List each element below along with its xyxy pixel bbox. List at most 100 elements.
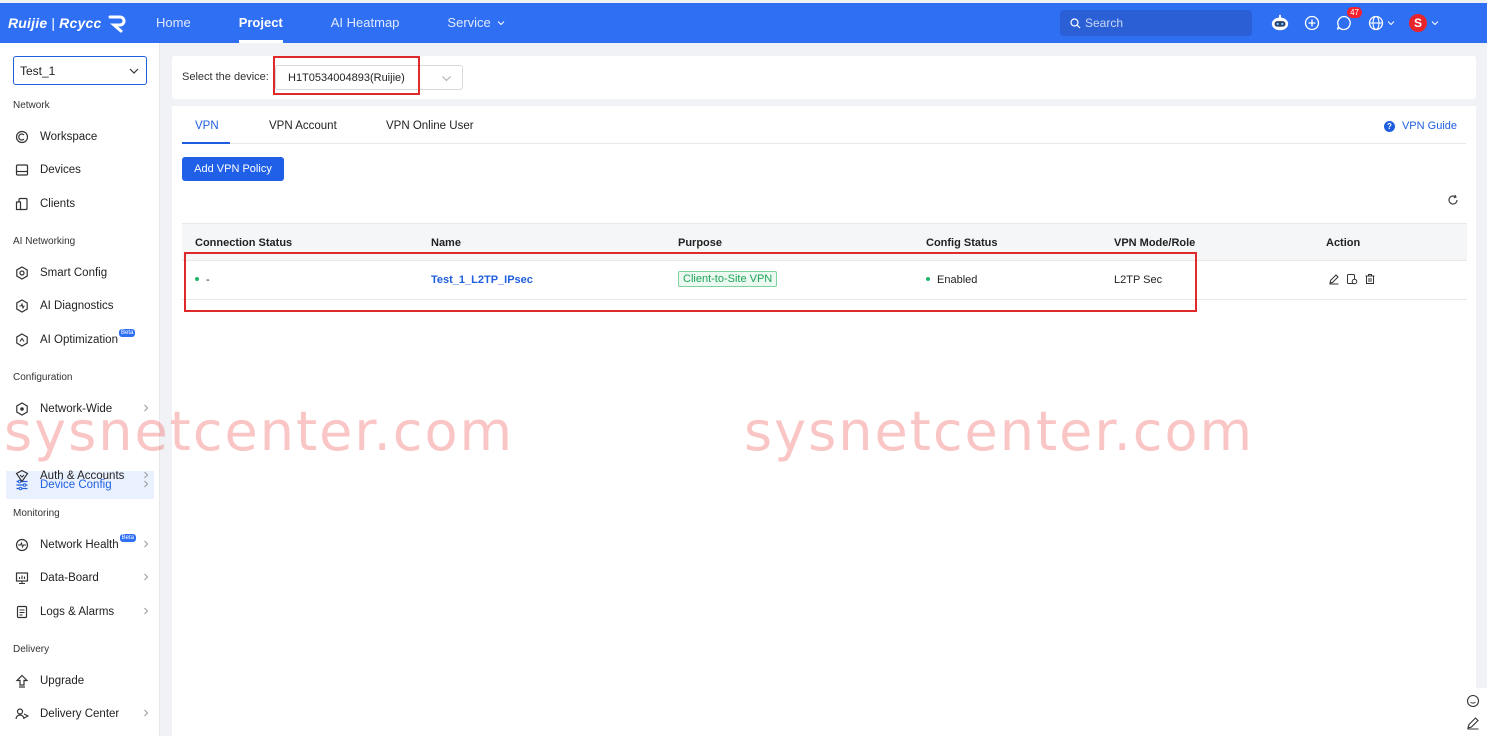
sidebar-item-network-health[interactable]: Network Health Beta xyxy=(6,531,154,559)
tab-vpn-online-user[interactable]: VPN Online User xyxy=(386,120,474,132)
row-actions xyxy=(1328,273,1382,285)
highlight-box-device xyxy=(273,56,420,95)
chevron-right-icon xyxy=(144,404,149,412)
help-circle-icon: ? xyxy=(1383,120,1395,132)
sidebar-item-clients[interactable]: Clients xyxy=(6,190,154,218)
edit-icon[interactable] xyxy=(1328,273,1340,285)
group-label-delivery: Delivery xyxy=(13,644,50,655)
copy-config-icon[interactable] xyxy=(1346,273,1358,285)
vpn-guide-link[interactable]: ? VPN Guide xyxy=(1383,120,1457,132)
sidebar-item-label: Logs & Alarms xyxy=(40,606,115,618)
search-placeholder: Search xyxy=(1085,16,1124,30)
group-label-monitoring: Monitoring xyxy=(13,508,60,519)
tab-vpn-account[interactable]: VPN Account xyxy=(269,120,337,132)
sidebar-item-delivery-center[interactable]: Delivery Center xyxy=(6,700,154,728)
nav-project[interactable]: Project xyxy=(223,3,299,43)
sidebar-item-auth-accounts[interactable]: Auth & Accounts xyxy=(6,462,154,490)
sidebar-item-logs-alarms[interactable]: Logs & Alarms xyxy=(6,598,154,626)
project-select[interactable]: Test_1 xyxy=(13,56,147,85)
avatar: S xyxy=(1409,14,1427,32)
vpn-guide-label: VPN Guide xyxy=(1401,120,1457,132)
logo-text-right: Rcycc xyxy=(59,15,102,31)
smart-config-icon xyxy=(14,265,30,281)
chevron-down-icon xyxy=(442,76,451,82)
devices-icon xyxy=(14,162,30,178)
group-label-network: Network xyxy=(13,100,50,111)
sidebar-item-label: Workspace xyxy=(40,131,98,143)
chevron-right-icon xyxy=(144,471,149,479)
sidebar-item-network-wide[interactable]: Network-Wide xyxy=(6,395,154,423)
ai-optimization-icon xyxy=(14,332,30,348)
chevron-down-icon xyxy=(1431,21,1439,26)
network-wide-icon xyxy=(14,401,30,417)
ai-diagnostics-icon xyxy=(14,298,30,314)
vpn-content-card: VPN VPN Account VPN Online User ? VPN Gu… xyxy=(172,106,1476,736)
sidebar: Test_1 Network Workspace Devices Clients… xyxy=(0,43,160,736)
logo-mark-icon xyxy=(108,15,126,33)
sidebar-item-upgrade[interactable]: Upgrade xyxy=(6,667,154,695)
sidebar-item-label: Clients xyxy=(40,198,76,210)
sidebar-item-workspace[interactable]: Workspace xyxy=(6,123,154,151)
brand-logo[interactable]: Ruijie | Rcycc xyxy=(8,11,127,35)
floating-toolbar xyxy=(1458,688,1487,736)
column-header-config-status: Config Status xyxy=(926,237,998,249)
sidebar-item-ai-diagnostics[interactable]: AI Diagnostics xyxy=(6,292,154,320)
sidebar-item-label: Delivery Center xyxy=(40,708,120,720)
feedback-icon[interactable] xyxy=(1466,716,1480,730)
workspace-icon xyxy=(14,129,30,145)
tab-bar: VPN VPN Account VPN Online User ? VPN Gu… xyxy=(182,106,1466,144)
top-navigation-bar: Ruijie | Rcycc Home Project AI Heatmap S… xyxy=(0,3,1487,43)
sidebar-item-label: AI Diagnostics xyxy=(40,300,114,312)
add-vpn-policy-button[interactable]: Add VPN Policy xyxy=(182,157,284,181)
project-select-value: Test_1 xyxy=(20,63,56,78)
delete-icon[interactable] xyxy=(1364,273,1376,285)
group-label-ai-networking: AI Networking xyxy=(13,236,76,247)
notification-badge: 47 xyxy=(1347,7,1362,18)
chevron-right-icon xyxy=(144,540,149,548)
auth-accounts-icon xyxy=(14,468,30,484)
sidebar-item-label: Network Health xyxy=(40,539,119,551)
sidebar-item-data-board[interactable]: Data-Board xyxy=(6,564,154,592)
data-board-icon xyxy=(14,570,30,586)
nav-service[interactable]: Service xyxy=(431,3,521,43)
language-globe-icon[interactable] xyxy=(1366,13,1396,33)
nav-ai-heatmap[interactable]: AI Heatmap xyxy=(315,3,416,43)
tab-vpn[interactable]: VPN xyxy=(195,120,219,132)
column-header-action: Action xyxy=(1326,237,1361,249)
refresh-icon[interactable] xyxy=(1447,194,1459,206)
robot-assistant-icon[interactable] xyxy=(1270,13,1290,33)
message-icon[interactable]: 47 xyxy=(1334,7,1362,33)
tab-active-indicator xyxy=(182,142,230,144)
sidebar-item-label: Data-Board xyxy=(40,572,99,584)
delivery-center-icon xyxy=(14,706,30,722)
chevron-down-icon xyxy=(498,21,505,26)
nav-home[interactable]: Home xyxy=(140,3,207,43)
network-health-icon xyxy=(14,537,30,553)
chevron-right-icon xyxy=(144,607,149,615)
nav-service-label: Service xyxy=(447,15,491,30)
beta-badge: Beta xyxy=(119,534,136,542)
sidebar-item-label: Upgrade xyxy=(40,675,85,687)
beta-badge: Beta xyxy=(118,329,136,337)
sidebar-item-devices[interactable]: Devices xyxy=(6,156,154,184)
column-header-status: Connection Status xyxy=(195,237,293,249)
add-circle-icon[interactable] xyxy=(1302,13,1322,33)
column-header-vpn-mode: VPN Mode/Role xyxy=(1114,237,1196,249)
sidebar-item-ai-optimization[interactable]: AI Optimization Beta xyxy=(6,326,154,354)
search-input[interactable]: Search xyxy=(1060,10,1252,36)
chevron-down-icon xyxy=(129,68,139,74)
sidebar-item-label: Devices xyxy=(40,164,81,176)
chevron-right-icon xyxy=(144,709,149,717)
user-menu[interactable]: S xyxy=(1408,13,1440,33)
column-header-purpose: Purpose xyxy=(678,237,723,249)
device-select-label: Select the device: xyxy=(182,71,269,83)
logo-separator: | xyxy=(51,15,56,31)
upgrade-icon xyxy=(14,673,30,689)
group-label-configuration: Configuration xyxy=(13,372,73,383)
sidebar-item-label: AI Optimization xyxy=(40,334,118,346)
chat-support-icon[interactable] xyxy=(1466,694,1480,708)
highlight-box-policy-row xyxy=(184,252,1197,312)
search-icon xyxy=(1070,17,1081,28)
sidebar-item-smart-config[interactable]: Smart Config xyxy=(6,259,154,287)
chevron-right-icon xyxy=(144,573,149,581)
